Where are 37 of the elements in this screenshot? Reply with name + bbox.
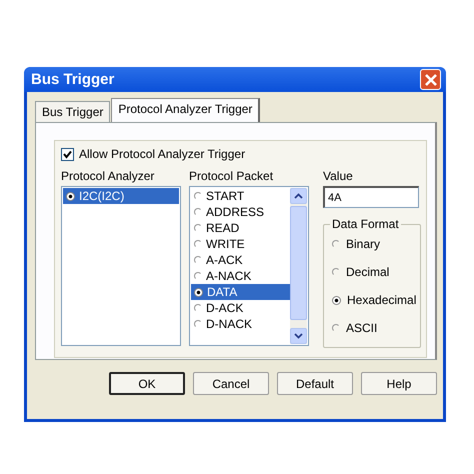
radio-button[interactable]: ASCII (332, 321, 420, 335)
list-item[interactable]: A-ACK (191, 252, 290, 268)
caret-up-icon (294, 193, 303, 199)
close-icon (424, 72, 438, 86)
dialog-button[interactable]: Cancel (193, 372, 269, 395)
column-label: Protocol Analyzer (61, 168, 156, 184)
list-item[interactable]: DATA (191, 284, 290, 300)
tab[interactable]: Bus Trigger (35, 101, 110, 122)
scroll-down-button[interactable] (290, 328, 307, 344)
radio-icon (66, 192, 75, 200)
dialog-button[interactable]: OK (109, 372, 185, 395)
scroll-thumb[interactable] (290, 206, 307, 320)
list-item[interactable]: ADDRESS (191, 204, 290, 220)
radio-button[interactable]: Binary (332, 237, 420, 251)
checkbox-box[interactable] (61, 148, 74, 160)
caret-down-icon (294, 333, 303, 339)
close-button[interactable] (420, 69, 441, 90)
radio-button[interactable]: Hexadecimal (332, 293, 420, 307)
radio-button[interactable]: Decimal (332, 265, 420, 279)
group-title: Data Format (330, 217, 401, 231)
list-item[interactable]: D-NACK (191, 316, 290, 332)
scrollbar[interactable] (290, 188, 307, 344)
tab[interactable]: Protocol Analyzer Trigger (111, 98, 260, 122)
dialog-button[interactable]: Default (277, 372, 353, 395)
checkbox[interactable]: Allow Protocol Analyzer Trigger (61, 147, 416, 161)
scroll-up-button[interactable] (290, 188, 307, 204)
dialog-button[interactable]: Help (361, 372, 437, 395)
column-label: Protocol Packet (189, 168, 274, 184)
list-item[interactable]: START (191, 188, 290, 204)
field-label: Value (323, 168, 354, 184)
list-item[interactable]: WRITE (191, 236, 290, 252)
list-item[interactable]: D-ACK (191, 300, 290, 316)
list-item[interactable]: I2C(I2C) (63, 188, 179, 204)
list-item[interactable]: A-NACK (191, 268, 290, 284)
list-item[interactable]: READ (191, 220, 290, 236)
value-field[interactable]: 4A (323, 186, 419, 208)
window-title: Bus Trigger (31, 71, 114, 88)
